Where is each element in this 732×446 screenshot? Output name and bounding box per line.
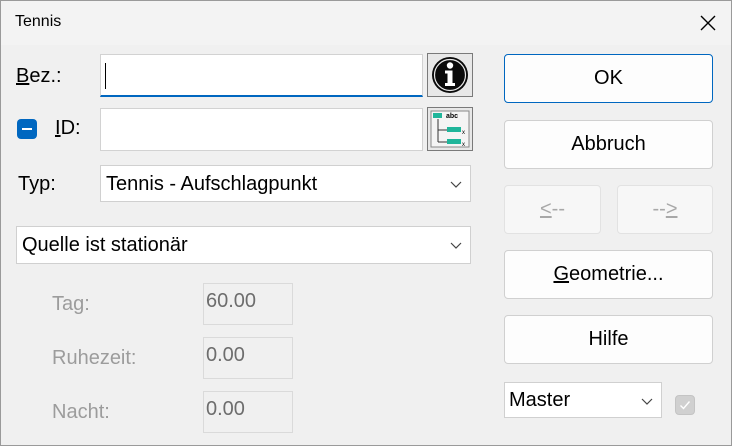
- master-dropdown[interactable]: Master: [504, 382, 662, 418]
- check-icon: [680, 401, 691, 410]
- master-checkbox[interactable]: [675, 395, 695, 415]
- svg-text:abc: abc: [446, 113, 458, 120]
- info-icon: [432, 57, 468, 93]
- geometry-button[interactable]: Geometrie...: [504, 250, 713, 299]
- chevron-down-icon: [641, 398, 653, 405]
- tag-label: Tag:: [52, 293, 90, 315]
- id-checkbox[interactable]: [17, 119, 37, 139]
- id-list-button[interactable]: abc x x: [427, 107, 473, 151]
- ok-button[interactable]: OK: [504, 54, 713, 103]
- source-type-value: Quelle ist stationär: [22, 234, 188, 256]
- cancel-button[interactable]: Abbruch: [504, 120, 713, 169]
- nacht-field: 0.00: [203, 391, 293, 433]
- svg-text:x: x: [462, 142, 465, 148]
- id-label: ID:: [55, 117, 81, 139]
- chevron-down-icon: [450, 242, 462, 249]
- source-type-dropdown[interactable]: Quelle ist stationär: [16, 226, 471, 264]
- typ-dropdown-value: Tennis - Aufschlagpunkt: [106, 173, 318, 195]
- tag-value: 60.00: [206, 290, 257, 312]
- chevron-down-icon: [450, 181, 462, 188]
- nacht-value: 0.00: [206, 398, 245, 420]
- next-button[interactable]: -- >: [617, 185, 713, 234]
- list-tree-icon: abc x x: [430, 110, 470, 148]
- help-button[interactable]: Hilfe: [504, 315, 713, 364]
- dialog-window: Tennis Bez.: ID: abc x x Typ: Tennis - A…: [0, 0, 732, 446]
- info-button[interactable]: [427, 53, 473, 97]
- svg-text:x: x: [462, 130, 465, 136]
- id-input[interactable]: [100, 108, 423, 151]
- nacht-label: Nacht:: [52, 401, 110, 423]
- bez-label: Bez.:: [16, 65, 62, 87]
- tag-field: 60.00: [203, 283, 293, 325]
- typ-dropdown[interactable]: Tennis - Aufschlagpunkt: [100, 165, 471, 202]
- ruhezeit-field: 0.00: [203, 337, 293, 379]
- ruhezeit-value: 0.00: [206, 344, 245, 366]
- text-caret: [105, 63, 106, 89]
- previous-button[interactable]: < --: [504, 185, 601, 234]
- close-icon: [700, 15, 716, 31]
- ruhezeit-label: Ruhezeit:: [52, 347, 137, 369]
- close-button[interactable]: [691, 7, 725, 39]
- bez-input[interactable]: [100, 54, 423, 97]
- title-bar: Tennis: [1, 1, 731, 45]
- minus-icon: [22, 128, 32, 130]
- typ-label: Typ:: [18, 173, 56, 195]
- master-dropdown-value: Master: [509, 389, 571, 411]
- window-title: Tennis: [15, 13, 62, 30]
